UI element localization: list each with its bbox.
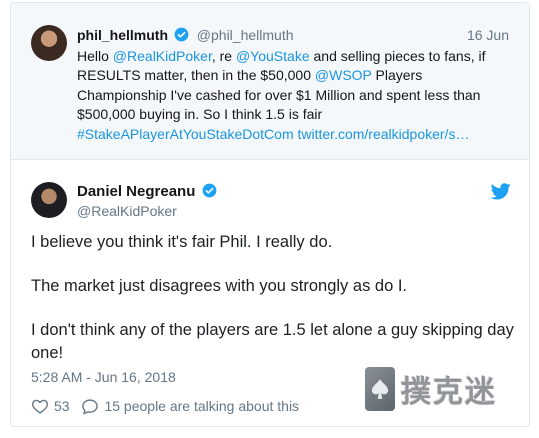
quoted-text-segment: and selling pieces to fans, if — [309, 48, 486, 64]
quoted-display-name[interactable]: phil_hellmuth — [77, 27, 168, 43]
heart-icon — [31, 400, 49, 414]
verified-badge-icon — [202, 183, 216, 198]
tweet-paragraph-1: I believe you think it's fair Phil. I re… — [31, 233, 333, 251]
quoted-tweet[interactable]: phil_hellmuth @phil_hellmuth 16 Jun Hell… — [11, 3, 529, 160]
quoted-text-segment: Championship I've cashed for over $1 Mil… — [77, 86, 481, 103]
mention-link[interactable]: @YouStake — [236, 48, 310, 64]
quoted-handle[interactable]: @phil_hellmuth — [197, 27, 294, 43]
quoted-text-segment: , re — [211, 48, 236, 64]
conversation-link[interactable]: 15 people are talking about this — [81, 398, 299, 415]
quoted-text-segment: RESULTS matter, then in the $50,000 — [77, 67, 315, 84]
tweet-paragraph-3: I don't think any of the players are 1.5… — [31, 321, 514, 362]
mention-link[interactable]: @WSOP — [315, 67, 372, 83]
quoted-text-line: Championship I've cashed for over $1 Mil… — [77, 86, 517, 105]
mention-link[interactable]: @RealKidPoker — [113, 48, 212, 64]
tweet-paragraph-2: The market just disagrees with you stron… — [31, 277, 408, 295]
quoted-date[interactable]: 16 Jun — [467, 27, 509, 43]
quoted-text-line: RESULTS matter, then in the $50,000 @WSO… — [77, 66, 517, 85]
hashtag-link[interactable]: #StakeAPlayerAtYouStakeDotCom — [77, 126, 294, 142]
twitter-bird-icon[interactable] — [491, 183, 511, 200]
quoted-text-line: $500,000 buying in. So I think 1.5 is fa… — [77, 105, 517, 124]
verified-badge-icon — [174, 27, 189, 42]
tweet-actions: 53 15 people are talking about this — [31, 397, 307, 417]
tweet-timestamp[interactable]: 5:28 AM - Jun 16, 2018 — [31, 369, 176, 385]
quoted-text-segment: $500,000 buying in. So I think 1.5 is fa… — [77, 106, 323, 123]
conversation-text: 15 people are talking about this — [104, 398, 300, 415]
quoted-header: phil_hellmuth @phil_hellmuth 16 Jun — [77, 27, 509, 45]
watermark-logo: 撲克迷 — [365, 360, 530, 418]
quoted-text-line: #StakeAPlayerAtYouStakeDotCom twitter.co… — [77, 125, 517, 144]
watermark-text: 撲克迷 — [401, 375, 497, 410]
watermark-spade-icon — [365, 367, 395, 411]
like-count: 53 — [54, 398, 70, 415]
author-avatar[interactable] — [31, 182, 67, 218]
speech-bubble-icon — [82, 399, 99, 415]
quoted-text-segment: Hello — [77, 48, 113, 64]
url-link[interactable]: twitter.com/realkidpoker/s… — [298, 126, 470, 142]
author-handle[interactable]: @RealKidPoker — [77, 203, 177, 219]
quoted-text-segment: Players — [371, 67, 423, 84]
author-display-name[interactable]: Daniel Negreanu — [77, 183, 217, 200]
quoted-avatar[interactable] — [31, 25, 67, 61]
quoted-text: Hello @RealKidPoker, re @YouStake and se… — [77, 47, 517, 144]
like-button[interactable]: 53 — [31, 398, 70, 414]
quoted-text-line: Hello @RealKidPoker, re @YouStake and se… — [77, 47, 517, 66]
